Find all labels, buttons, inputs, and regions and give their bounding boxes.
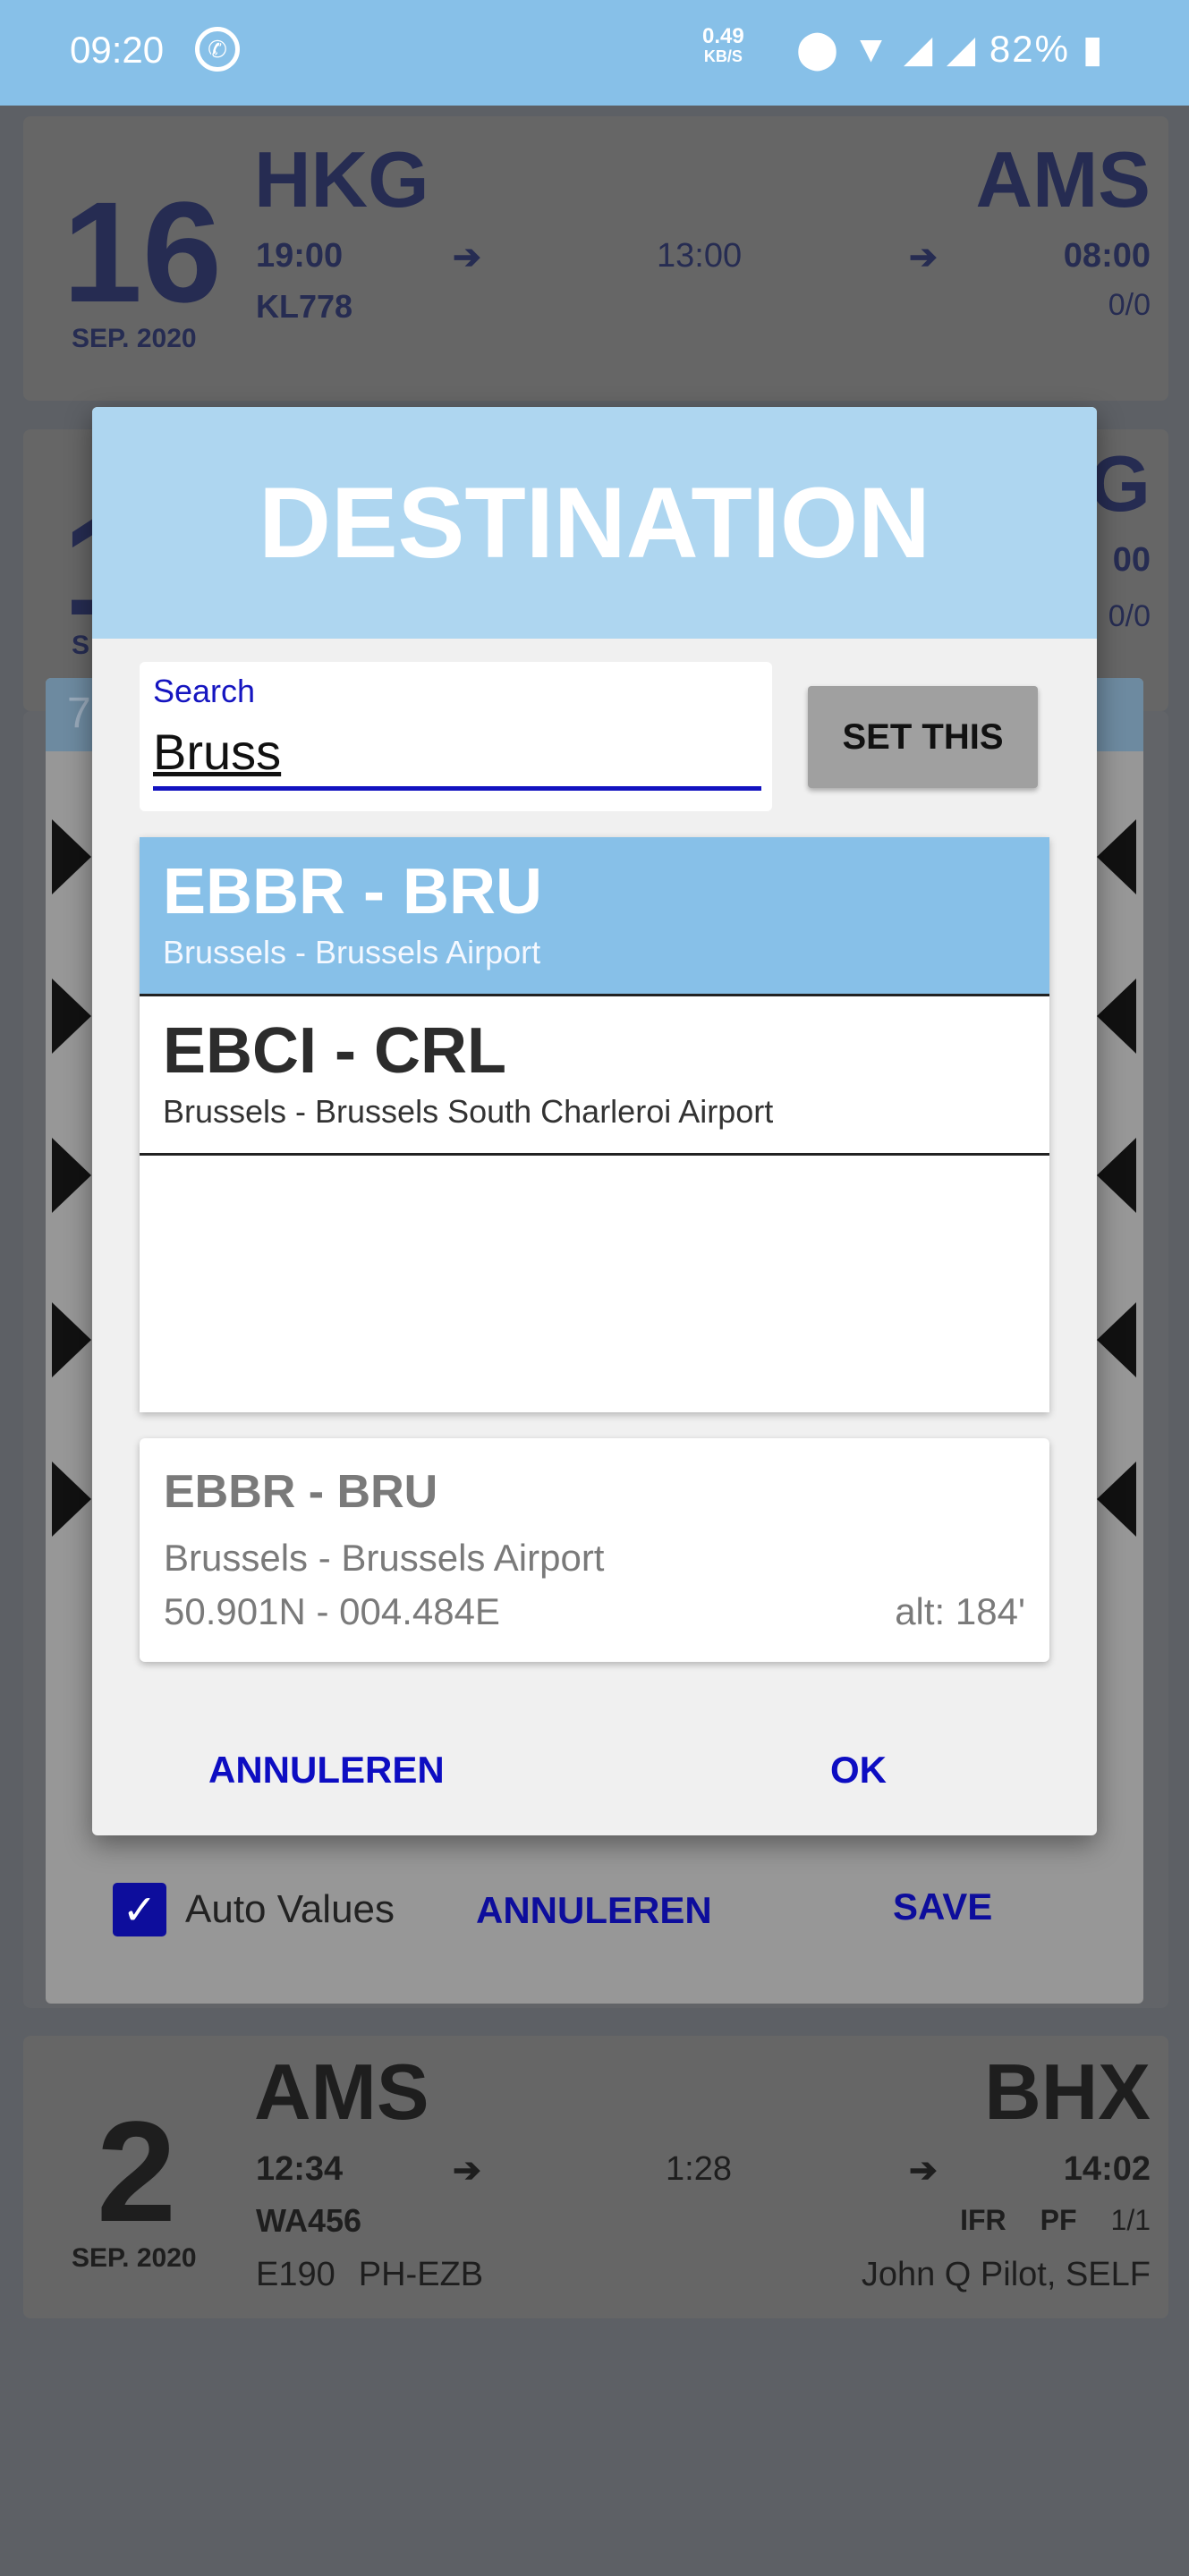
signal-icon: ◢ xyxy=(903,28,935,70)
wifi-icon: ▼ xyxy=(852,28,892,70)
aircraft-registration: PH-EZB xyxy=(358,2256,484,2293)
flight-rules: IFR xyxy=(960,2204,1006,2236)
dialog-title: DESTINATION xyxy=(92,407,1097,639)
flight-card[interactable]: 16 SEP. 2020 HKG AMS 19:00 ➔ 13:00 ➔ 08:… xyxy=(23,116,1168,401)
list-item-ebbr[interactable]: EBBR - BRU Brussels - Brussels Airport xyxy=(140,837,1049,996)
flight-number: KL778 xyxy=(256,288,353,325)
arrival-time: 14:02 xyxy=(1063,2150,1151,2188)
airport-code: EBBR - BRU xyxy=(163,856,542,928)
origin-code: HKG xyxy=(254,135,429,224)
dialog-ok-button[interactable]: OK xyxy=(830,1749,887,1792)
origin-code: AMS xyxy=(254,2047,429,2136)
airport-name: Brussels - Brussels South Charleroi Airp… xyxy=(163,1093,774,1130)
airport-results-list[interactable]: EBBR - BRU Brussels - Brussels Airport E… xyxy=(140,837,1049,1412)
net-speed-unit: KB/S xyxy=(703,47,743,65)
search-field[interactable]: Search xyxy=(140,662,772,811)
flight-day: 16 xyxy=(63,172,222,332)
flight-number: WA456 xyxy=(256,2202,362,2239)
destination-code: BHX xyxy=(984,2047,1151,2136)
flight-day: 2 xyxy=(97,2091,176,2251)
flight-card[interactable]: 2 SEP. 2020 AMS BHX 12:34 ➔ 1:28 ➔ 14:02… xyxy=(23,2036,1168,2318)
flight-month: S xyxy=(72,631,90,660)
auto-values-label: Auto Values xyxy=(185,1887,395,1931)
triangle-left-icon[interactable] xyxy=(52,819,91,894)
triangle-right-icon[interactable] xyxy=(1097,1462,1136,1537)
auto-values-checkbox[interactable]: ✓ xyxy=(113,1883,166,1936)
pilot-role: PF xyxy=(1040,2204,1077,2236)
status-bar: 09:20 ✆ 0.49 KB/S ⬤ ▼ ◢ ◢ 82% ▮ xyxy=(0,0,1189,106)
set-this-button[interactable]: SET THIS xyxy=(808,686,1038,788)
destination-code: G xyxy=(1089,439,1151,528)
detail-altitude: alt: 184' xyxy=(895,1590,1025,1632)
net-speed: 0.49 KB/S xyxy=(702,24,744,66)
arrow-right-icon: ➔ xyxy=(909,2152,938,2190)
arrival-time: 00 xyxy=(1112,541,1151,579)
dialog-cancel-button[interactable]: ANNULEREN xyxy=(208,1749,445,1792)
detail-coordinates: 50.901N - 004.484E xyxy=(164,1590,500,1632)
triangle-left-icon[interactable] xyxy=(52,1462,91,1537)
flight-counts: 1/1 xyxy=(1110,2204,1151,2236)
list-item-ebci[interactable]: EBCI - CRL Brussels - Brussels South Cha… xyxy=(140,996,1049,1156)
location-icon: ⬤ xyxy=(796,28,841,70)
triangle-left-icon[interactable] xyxy=(52,1138,91,1213)
departure-time: 12:34 xyxy=(256,2150,344,2188)
panel-save-button[interactable]: SAVE xyxy=(893,1885,992,1928)
status-icons: ⬤ ▼ ◢ ◢ 82% ▮ xyxy=(796,27,1105,71)
flight-month: SEP. 2020 xyxy=(72,324,197,353)
departure-time: 19:00 xyxy=(256,237,344,275)
airport-name: Brussels - Brussels Airport xyxy=(163,934,541,970)
signal-icon: ◢ xyxy=(946,28,978,70)
panel-cancel-button[interactable]: ANNULEREN xyxy=(476,1889,712,1932)
triangle-right-icon[interactable] xyxy=(1097,979,1136,1054)
flight-duration: 13:00 xyxy=(657,237,743,275)
status-time: 09:20 xyxy=(70,29,165,71)
aircraft-type: E190 xyxy=(256,2256,335,2293)
flight-month: SEP. 2020 xyxy=(72,2243,197,2273)
triangle-left-icon[interactable] xyxy=(52,979,91,1054)
detail-code: EBBR - BRU xyxy=(164,1466,438,1518)
crew-names: John Q Pilot, SELF xyxy=(861,2256,1151,2293)
battery-icon: ▮ xyxy=(1082,28,1105,70)
flight-counts: 0/0 xyxy=(1108,599,1151,633)
whatsapp-icon: ✆ xyxy=(195,27,240,72)
selected-airport-detail: EBBR - BRU Brussels - Brussels Airport 5… xyxy=(140,1438,1049,1662)
flight-duration: 1:28 xyxy=(666,2150,732,2188)
net-speed-value: 0.49 xyxy=(702,24,744,48)
aircraft-info: E190 PH-EZB xyxy=(256,2256,483,2294)
arrow-right-icon: ➔ xyxy=(453,239,481,276)
airport-code: EBCI - CRL xyxy=(163,1015,506,1087)
destination-dialog: DESTINATION Search SET THIS EBBR - BRU B… xyxy=(92,407,1097,1835)
triangle-right-icon[interactable] xyxy=(1097,1302,1136,1377)
triangle-left-icon[interactable] xyxy=(52,1302,91,1377)
triangle-right-icon[interactable] xyxy=(1097,819,1136,894)
triangle-right-icon[interactable] xyxy=(1097,1138,1136,1213)
detail-name: Brussels - Brussels Airport xyxy=(164,1537,605,1579)
search-label: Search xyxy=(153,673,256,709)
search-input[interactable] xyxy=(153,717,761,791)
battery-level: 82% xyxy=(989,28,1070,70)
arrow-right-icon: ➔ xyxy=(909,239,938,276)
arrow-right-icon: ➔ xyxy=(453,2152,481,2190)
flight-counts: 0/0 xyxy=(1108,288,1151,322)
destination-code: AMS xyxy=(975,135,1151,224)
flight-flags: IFR PF 1/1 xyxy=(960,2204,1151,2237)
arrival-time: 08:00 xyxy=(1063,237,1151,275)
